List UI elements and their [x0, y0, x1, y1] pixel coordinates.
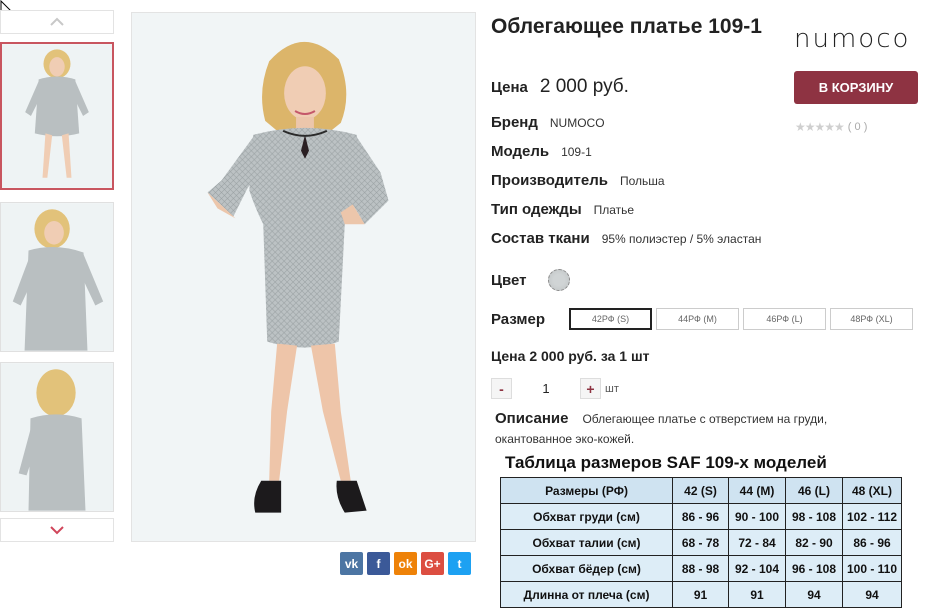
thumbnail-side[interactable]: [0, 202, 114, 352]
table-cell: 86 - 96: [842, 529, 902, 556]
table-row: Длинна от плеча (см) 91 91 94 94: [500, 581, 902, 608]
color-label: Цвет: [491, 271, 527, 289]
dress-side-thumbnail-image: [1, 203, 113, 351]
table-header-cell: 48 (XL): [842, 477, 902, 504]
table-header-cell: 46 (L): [785, 477, 843, 504]
product-title: Облегающее платье 109-1: [491, 15, 762, 38]
spec-model: Модель 109-1: [491, 143, 592, 160]
rating[interactable]: ★★★★★ ( 0 ): [795, 120, 867, 134]
spec-manufacturer: Производитель Польша: [491, 172, 665, 189]
table-cell: 82 - 90: [785, 529, 843, 556]
table-cell: Обхват бёдер (см): [500, 555, 673, 582]
quantity-increase-button[interactable]: +: [580, 378, 601, 399]
brand-logo[interactable]: NUMOCO: [794, 24, 910, 54]
table-cell: 88 - 98: [672, 555, 729, 582]
spec-label: Бренд: [491, 114, 538, 131]
size-label: Размер: [491, 310, 546, 328]
unit-price: Цена 2 000 руб. за 1 шт: [491, 348, 650, 364]
quantity-unit: шт: [605, 382, 619, 395]
thumbnail-scroll-up-button[interactable]: [0, 10, 114, 34]
table-cell: 91: [672, 581, 729, 608]
table-row: Обхват груди (см) 86 - 96 90 - 100 98 - …: [500, 503, 902, 530]
quantity-stepper: - 1 + шт: [491, 378, 619, 399]
size-option-42[interactable]: 42РФ (S): [569, 308, 652, 330]
share-buttons: vk f ok G+ t: [340, 552, 471, 575]
rating-stars-icon[interactable]: ★★★★★: [795, 120, 845, 134]
table-cell: 72 - 84: [728, 529, 786, 556]
spec-value: Польша: [619, 174, 665, 188]
description: Описание Облегающее платье с отверстием н…: [495, 409, 895, 449]
table-cell: 94: [785, 581, 843, 608]
size-option-48[interactable]: 48РФ (XL): [830, 308, 913, 330]
table-header-cell: 42 (S): [672, 477, 729, 504]
table-cell: 68 - 78: [672, 529, 729, 556]
color-swatch-grey[interactable]: [548, 269, 571, 291]
spec-label: Производитель: [491, 172, 608, 189]
size-option-46[interactable]: 46РФ (L): [743, 308, 826, 330]
table-cell: 98 - 108: [785, 503, 843, 530]
quantity-decrease-button[interactable]: -: [491, 378, 512, 399]
odnoklassniki-icon[interactable]: ok: [394, 552, 417, 575]
table-header-cell: Размеры (РФ): [500, 477, 673, 504]
spec-label: Состав ткани: [491, 230, 590, 247]
description-label: Описание: [495, 410, 569, 427]
dress-model-photo: [132, 13, 475, 541]
vk-icon[interactable]: vk: [340, 552, 363, 575]
spec-label: Модель: [491, 143, 550, 160]
size-table-title: Таблица размеров SAF 109-х моделей: [505, 453, 827, 472]
spec-clothing-type: Тип одежды Платье: [491, 201, 634, 218]
spec-brand: Бренд NUMOCO: [491, 114, 605, 131]
spec-value: 95% полиэстер / 5% эластан: [601, 232, 762, 246]
table-cell: Обхват груди (см): [500, 503, 673, 530]
table-header-row: Размеры (РФ) 42 (S) 44 (M) 46 (L) 48 (XL…: [500, 477, 902, 504]
table-cell: 94: [842, 581, 902, 608]
table-cell: 96 - 108: [785, 555, 843, 582]
google-plus-icon[interactable]: G+: [421, 552, 444, 575]
rating-count: ( 0 ): [847, 121, 868, 133]
color-row: Цвет: [491, 269, 571, 291]
price-row: Цена 2 000 руб.: [491, 76, 629, 98]
table-header-cell: 44 (M): [728, 477, 786, 504]
table-cell: Обхват талии (см): [500, 529, 673, 556]
thumbnail-front[interactable]: [0, 42, 114, 190]
size-selector: Размер 42РФ (S) 44РФ (M) 46РФ (L) 48РФ (…: [491, 308, 917, 330]
table-cell: 92 - 104: [728, 555, 786, 582]
table-row: Обхват бёдер (см) 88 - 98 92 - 104 96 - …: [500, 555, 902, 582]
spec-fabric: Состав ткани 95% полиэстер / 5% эластан: [491, 230, 761, 247]
size-option-44[interactable]: 44РФ (M): [656, 308, 739, 330]
price-value: 2 000 руб.: [539, 76, 629, 97]
spec-label: Тип одежды: [491, 201, 582, 218]
twitter-icon[interactable]: t: [448, 552, 471, 575]
price-label: Цена: [491, 79, 528, 96]
main-product-image[interactable]: [131, 12, 476, 542]
add-to-cart-button[interactable]: В КОРЗИНУ: [794, 71, 918, 104]
table-cell: 91: [728, 581, 786, 608]
size-table: Размеры (РФ) 42 (S) 44 (M) 46 (L) 48 (XL…: [500, 477, 902, 608]
table-cell: 86 - 96: [672, 503, 729, 530]
spec-value: Платье: [593, 203, 635, 217]
table-cell: 90 - 100: [728, 503, 786, 530]
chevron-up-icon: [50, 17, 64, 26]
table-cell: Длинна от плеча (см): [500, 581, 673, 608]
spec-value: 109-1: [561, 145, 592, 159]
table-cell: 100 - 110: [842, 555, 902, 582]
spec-value: NUMOCO: [549, 116, 605, 130]
chevron-down-icon: [50, 526, 64, 535]
table-cell: 102 - 112: [842, 503, 902, 530]
dress-back-thumbnail-image: [1, 363, 113, 511]
quantity-input[interactable]: 1: [512, 381, 580, 396]
dress-front-thumbnail-image: [2, 44, 112, 188]
thumbnail-scroll-down-button[interactable]: [0, 518, 114, 542]
facebook-icon[interactable]: f: [367, 552, 390, 575]
table-row: Обхват талии (см) 68 - 78 72 - 84 82 - 9…: [500, 529, 902, 556]
thumbnail-back[interactable]: [0, 362, 114, 512]
